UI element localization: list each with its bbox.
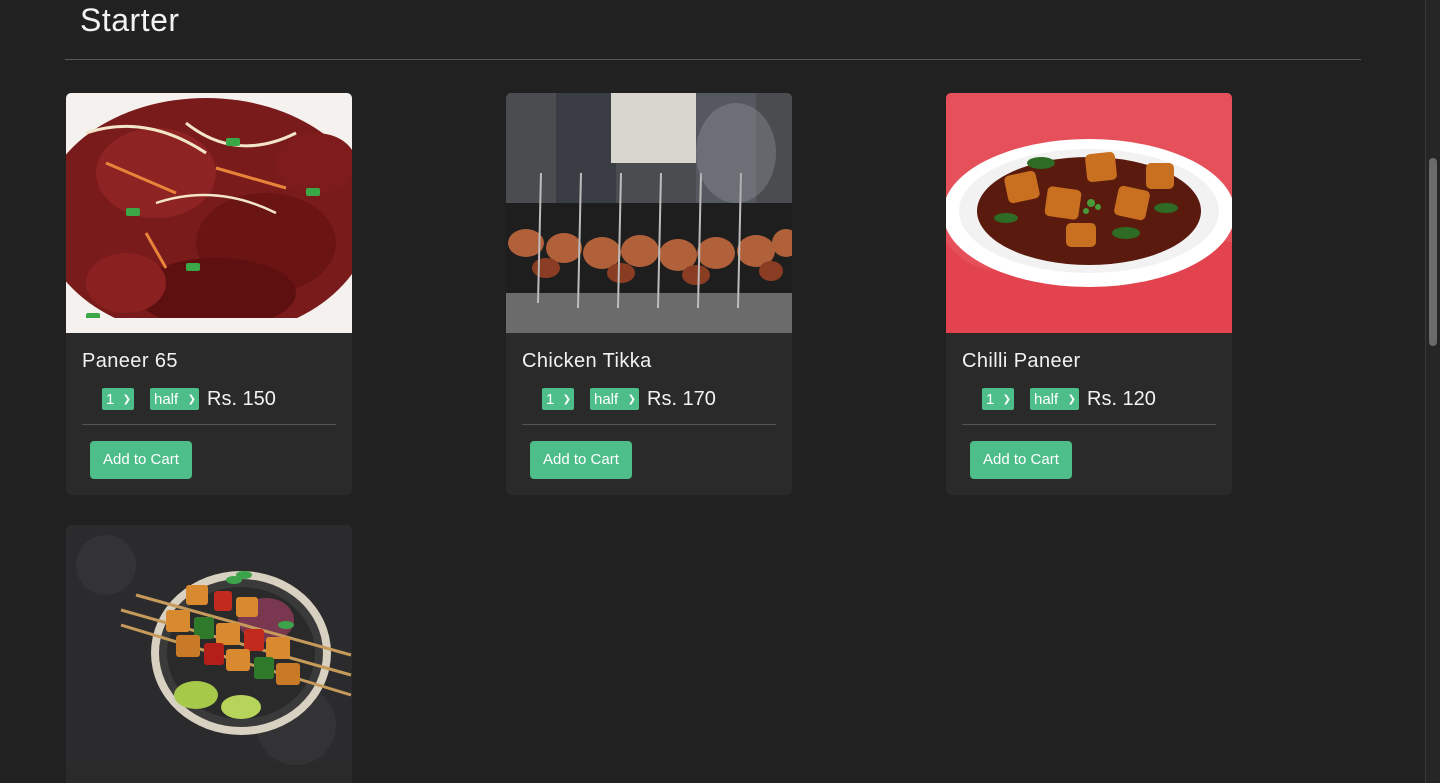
portion-select[interactable]: half ❯ [1030, 388, 1079, 410]
menu-page: Starter Paneer 65 1 ❯ half ❯ Rs. 150 Add… [0, 0, 1440, 783]
chevron-down-icon: ❯ [187, 393, 196, 405]
menu-card-chilli-paneer: Chilli Paneer 1 ❯ half ❯ Rs. 120 Add to Ca… [946, 93, 1232, 495]
card-divider [962, 424, 1216, 425]
chevron-down-icon: ❯ [1002, 393, 1011, 405]
chevron-down-icon: ❯ [562, 393, 571, 405]
chilli-paneer-photo [946, 93, 1232, 333]
page-scrollbar[interactable] [1425, 0, 1440, 783]
section-divider [65, 59, 1361, 60]
price-label: Rs. 150 [207, 387, 276, 410]
chevron-down-icon: ❯ [1067, 393, 1076, 405]
paneer-65-photo [66, 93, 352, 333]
card-title: Chicken Tikka [522, 350, 652, 372]
add-to-cart-button[interactable]: Add to Cart [90, 441, 192, 479]
section-title: Starter [80, 2, 180, 38]
card-divider [82, 424, 336, 425]
chevron-down-icon: ❯ [627, 393, 636, 405]
card-divider [522, 424, 776, 425]
card-title: Chilli Paneer [962, 350, 1081, 372]
scrollbar-thumb[interactable] [1429, 158, 1437, 346]
portion-select[interactable]: half ❯ [590, 388, 639, 410]
chevron-down-icon: ❯ [122, 393, 131, 405]
quantity-select[interactable]: 1 ❯ [102, 388, 134, 410]
quantity-select[interactable]: 1 ❯ [542, 388, 574, 410]
menu-card-paneer-tikka [66, 525, 352, 783]
menu-card-paneer-65: Paneer 65 1 ❯ half ❯ Rs. 150 Add to Cart [66, 93, 352, 495]
quantity-select[interactable]: 1 ❯ [982, 388, 1014, 410]
price-label: Rs. 170 [647, 387, 716, 410]
card-title: Paneer 65 [82, 350, 178, 372]
paneer-tikka-skewers-photo [66, 525, 352, 765]
price-label: Rs. 120 [1087, 387, 1156, 410]
menu-card-chicken-tikka: Chicken Tikka 1 ❯ half ❯ Rs. 170 Add to Ca… [506, 93, 792, 495]
chicken-tikka-photo [506, 93, 792, 333]
add-to-cart-button[interactable]: Add to Cart [530, 441, 632, 479]
add-to-cart-button[interactable]: Add to Cart [970, 441, 1072, 479]
portion-select[interactable]: half ❯ [150, 388, 199, 410]
